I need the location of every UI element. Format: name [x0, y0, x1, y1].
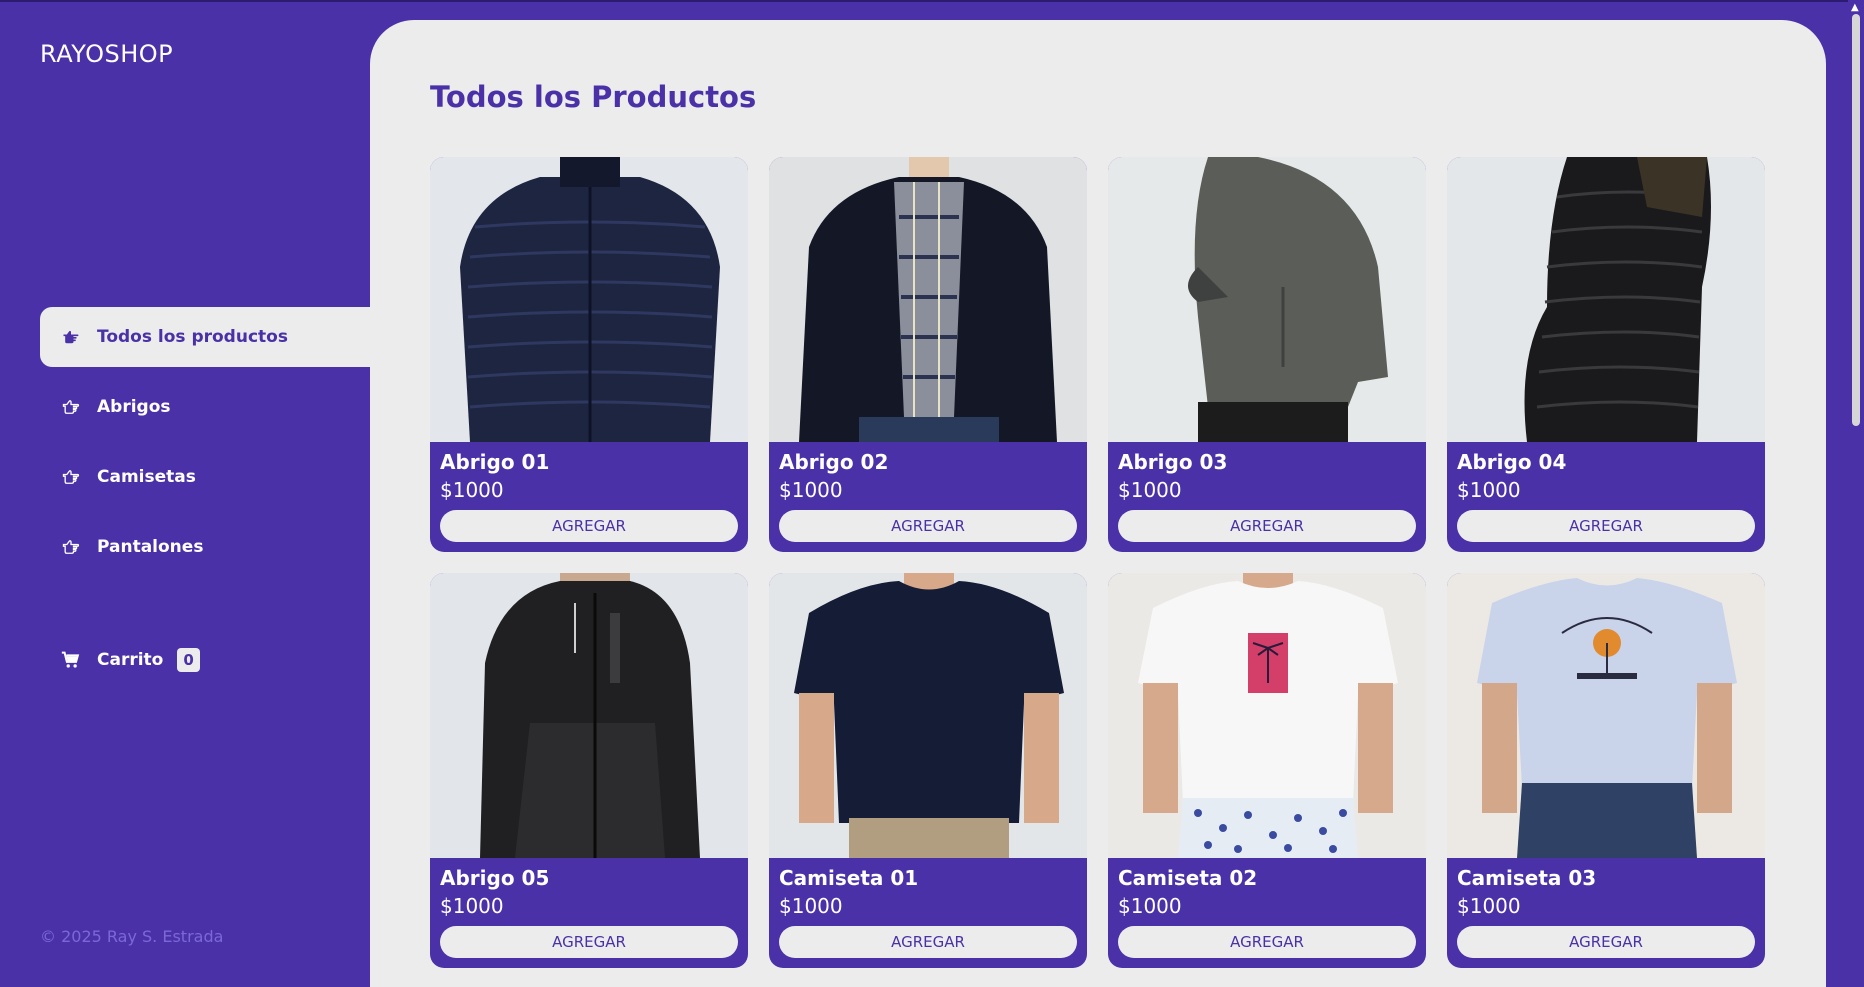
product-price: $1000: [779, 478, 843, 502]
sidebar: RAYOSHOP Todos los productos Abrigos Cam…: [0, 0, 370, 987]
cart-count-badge: 0: [177, 648, 200, 672]
scrollbar-thumb[interactable]: [1852, 14, 1860, 426]
nav-item-label: Abrigos: [97, 397, 171, 417]
product-image[interactable]: [1108, 573, 1426, 858]
nav-item-todos-los-productos[interactable]: Todos los productos: [40, 307, 370, 367]
category-nav: Todos los productos Abrigos Camisetas Pa…: [40, 307, 370, 587]
product-price: $1000: [1457, 894, 1521, 918]
product-price: $1000: [1457, 478, 1521, 502]
product-grid: Abrigo 01 $1000 AGREGAR Abrigo 02 $1000 …: [430, 157, 1765, 968]
add-to-cart-button[interactable]: AGREGAR: [1118, 926, 1416, 958]
product-info: Abrigo 05 $1000 AGREGAR: [430, 858, 748, 958]
product-image[interactable]: [769, 157, 1087, 442]
product-image[interactable]: [430, 157, 748, 442]
product-info: Camiseta 02 $1000 AGREGAR: [1108, 858, 1426, 958]
cart-label: Carrito: [97, 650, 164, 670]
app-root: RAYOSHOP Todos los productos Abrigos Cam…: [0, 0, 1864, 987]
product-name: Abrigo 01: [440, 450, 550, 474]
product-info: Camiseta 03 $1000 AGREGAR: [1447, 858, 1765, 958]
add-to-cart-button[interactable]: AGREGAR: [779, 510, 1077, 542]
product-name: Camiseta 03: [1457, 866, 1597, 890]
product-image[interactable]: [1447, 573, 1765, 858]
product-info: Camiseta 01 $1000 AGREGAR: [769, 858, 1087, 958]
product-name: Abrigo 05: [440, 866, 550, 890]
nav-item-pantalones[interactable]: Pantalones: [40, 517, 370, 577]
cart-icon: [60, 649, 82, 671]
hand-pointing-right-outline-icon: [60, 536, 82, 558]
product-info: Abrigo 02 $1000 AGREGAR: [769, 442, 1087, 542]
product-card: Camiseta 03 $1000 AGREGAR: [1447, 573, 1765, 968]
product-name: Camiseta 02: [1118, 866, 1258, 890]
product-price: $1000: [779, 894, 843, 918]
product-info: Abrigo 04 $1000 AGREGAR: [1447, 442, 1765, 542]
product-price: $1000: [440, 478, 504, 502]
product-image[interactable]: [769, 573, 1087, 858]
product-name: Abrigo 02: [779, 450, 889, 474]
add-to-cart-button[interactable]: AGREGAR: [1118, 510, 1416, 542]
brand-logo-text[interactable]: RAYOSHOP: [40, 40, 173, 68]
add-to-cart-button[interactable]: AGREGAR: [779, 926, 1077, 958]
nav-item-label: Pantalones: [97, 537, 204, 557]
product-image[interactable]: [1108, 157, 1426, 442]
product-info: Abrigo 01 $1000 AGREGAR: [430, 442, 748, 542]
product-info: Abrigo 03 $1000 AGREGAR: [1108, 442, 1426, 542]
add-to-cart-button[interactable]: AGREGAR: [440, 510, 738, 542]
product-image[interactable]: [1447, 157, 1765, 442]
add-to-cart-button[interactable]: AGREGAR: [440, 926, 738, 958]
nav-item-camisetas[interactable]: Camisetas: [40, 447, 370, 507]
product-price: $1000: [440, 894, 504, 918]
add-to-cart-button[interactable]: AGREGAR: [1457, 510, 1755, 542]
product-card: Abrigo 01 $1000 AGREGAR: [430, 157, 748, 552]
main-panel: Todos los Productos Abrigo 01 $1000 AGRE…: [370, 20, 1826, 987]
footer-copyright: © 2025 Ray S. Estrada: [40, 927, 224, 946]
add-to-cart-button[interactable]: AGREGAR: [1457, 926, 1755, 958]
nav-item-label: Camisetas: [97, 467, 196, 487]
hand-pointing-right-outline-icon: [60, 396, 82, 418]
product-card: Abrigo 03 $1000 AGREGAR: [1108, 157, 1426, 552]
product-card: Camiseta 02 $1000 AGREGAR: [1108, 573, 1426, 968]
product-card: Abrigo 02 $1000 AGREGAR: [769, 157, 1087, 552]
nav-item-abrigos[interactable]: Abrigos: [40, 377, 370, 437]
product-price: $1000: [1118, 894, 1182, 918]
product-card: Abrigo 05 $1000 AGREGAR: [430, 573, 748, 968]
nav-item-label: Todos los productos: [97, 327, 288, 347]
scroll-up-arrow-icon[interactable]: ▲: [1851, 2, 1859, 13]
product-image[interactable]: [430, 573, 748, 858]
product-card: Camiseta 01 $1000 AGREGAR: [769, 573, 1087, 968]
product-name: Camiseta 01: [779, 866, 919, 890]
product-card: Abrigo 04 $1000 AGREGAR: [1447, 157, 1765, 552]
product-name: Abrigo 03: [1118, 450, 1228, 474]
hand-pointing-right-solid-icon: [60, 326, 82, 348]
product-name: Abrigo 04: [1457, 450, 1567, 474]
product-price: $1000: [1118, 478, 1182, 502]
cart-button[interactable]: Carrito 0: [40, 630, 240, 690]
hand-pointing-right-outline-icon: [60, 466, 82, 488]
page-title: Todos los Productos: [430, 80, 757, 114]
